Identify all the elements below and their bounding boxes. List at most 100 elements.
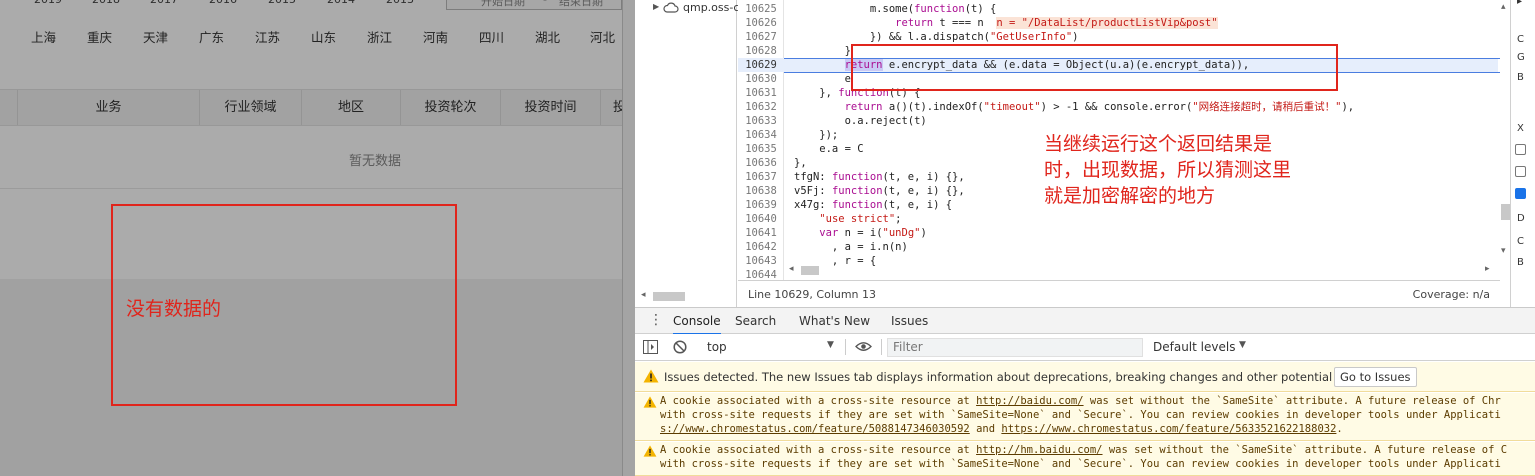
sidebar-section[interactable]: B (1517, 257, 1524, 268)
sidebar-section[interactable]: C (1517, 34, 1524, 45)
line-number[interactable]: 10628 (738, 44, 784, 58)
line-number[interactable]: 10631 (738, 86, 784, 100)
line-number[interactable]: 10625 (738, 2, 784, 16)
line-number[interactable]: 10634 (738, 128, 784, 142)
scrollbar-thumb[interactable] (801, 266, 819, 275)
line-number[interactable]: 10633 (738, 114, 784, 128)
tab-console[interactable]: Console (673, 314, 721, 335)
column-header-investor[interactable]: 投 (600, 90, 622, 125)
year-option[interactable]: 2015 (268, 0, 296, 6)
line-number[interactable]: 10641 (738, 226, 784, 240)
column-header-business[interactable]: 业务 (17, 90, 199, 125)
navigator-item-origin[interactable]: qmp.oss-c (683, 1, 739, 14)
expand-arrow-icon[interactable]: ▶ (653, 2, 659, 11)
code-line[interactable]: 10641 var n = i("unDg") (738, 226, 1498, 240)
column-header-time[interactable]: 投资时间 (500, 90, 600, 125)
code-line[interactable]: 10627 }) && l.a.dispatch("GetUserInfo") (738, 30, 1498, 44)
clear-console-icon[interactable] (673, 340, 687, 354)
code-line[interactable]: 10626 return t === n n = "/DataList/prod… (738, 16, 1498, 30)
code-line[interactable]: 10642 , a = i.n(n) (738, 240, 1498, 254)
date-range-input[interactable]: 开始日期 - 结束日期 (446, 0, 622, 10)
log-levels-dropdown[interactable]: Default levels (1153, 340, 1235, 354)
code-line[interactable]: 10640 "use strict"; (738, 212, 1498, 226)
sidebar-section[interactable]: B (1517, 72, 1524, 83)
line-number[interactable]: 10637 (738, 170, 784, 184)
message-body: A cookie associated with a cross-site re… (660, 394, 1501, 436)
scroll-left-icon[interactable]: ◂ (641, 290, 646, 300)
region-option[interactable]: 浙江 (367, 27, 392, 46)
year-option[interactable]: 2018 (92, 0, 120, 6)
message-link[interactable]: http://hm.baidu.com/ (976, 444, 1102, 456)
scrollbar-thumb[interactable] (653, 292, 685, 301)
region-option[interactable]: 河南 (423, 27, 448, 46)
console-filter-input[interactable]: Filter (887, 338, 1143, 357)
editor-horizontal-scrollbar[interactable]: ◂ ▸ (785, 262, 1500, 280)
sidebar-section[interactable]: D (1517, 213, 1525, 224)
breakpoint-checkbox[interactable] (1515, 144, 1526, 155)
year-option[interactable]: 2019 (34, 0, 62, 6)
line-number[interactable]: 10626 (738, 16, 784, 30)
region-option[interactable]: 河北 (590, 27, 615, 46)
eye-icon[interactable] (855, 341, 872, 352)
scroll-right-icon[interactable]: ▸ (1485, 264, 1490, 274)
region-option[interactable]: 上海 (31, 27, 56, 46)
line-number[interactable]: 10627 (738, 30, 784, 44)
breakpoint-checkbox-checked[interactable] (1515, 188, 1526, 199)
sidebar-section[interactable]: G (1517, 52, 1525, 63)
region-option[interactable]: 四川 (479, 27, 504, 46)
region-option[interactable]: 湖北 (535, 27, 560, 46)
chevron-down-icon[interactable]: ▼ (827, 340, 834, 350)
region-option[interactable]: 天津 (143, 27, 168, 46)
line-number[interactable]: 10635 (738, 142, 784, 156)
tab-whats-new[interactable]: What's New (799, 314, 870, 328)
scrollbar-thumb[interactable] (1501, 204, 1510, 220)
line-number[interactable]: 10643 (738, 254, 784, 268)
year-option[interactable]: 2016 (209, 0, 237, 6)
message-link[interactable]: https://www.chromestatus.com/feature/563… (1001, 423, 1336, 435)
tab-issues[interactable]: Issues (891, 314, 928, 328)
code-line[interactable]: 10633 o.a.reject(t) (738, 114, 1498, 128)
line-number[interactable]: 10639 (738, 198, 784, 212)
code-line[interactable]: 10632 return a()(t).indexOf("timeout") >… (738, 100, 1498, 114)
column-header-region[interactable]: 地区 (301, 90, 400, 125)
year-option[interactable]: 2017 (150, 0, 178, 6)
breakpoint-checkbox[interactable] (1515, 166, 1526, 177)
column-header-industry[interactable]: 行业领域 (199, 90, 301, 125)
scroll-down-icon[interactable]: ▾ (1501, 246, 1506, 256)
year-option[interactable]: 2014 (327, 0, 355, 6)
navigator-scrollbar[interactable]: ◂ (639, 290, 735, 302)
column-header-round[interactable]: 投资轮次 (400, 90, 500, 125)
line-number[interactable]: 10629 (738, 58, 784, 72)
web-page-panel: 2019 2018 2017 2016 2015 2014 2013 开始日期 … (0, 0, 622, 476)
context-selector[interactable]: top (707, 340, 727, 354)
year-option[interactable]: 2013 (386, 0, 414, 6)
tab-search[interactable]: Search (735, 314, 776, 328)
region-option[interactable]: 广东 (199, 27, 224, 46)
sidebar-section[interactable]: X (1517, 123, 1524, 134)
region-option[interactable]: 山东 (311, 27, 336, 46)
line-number[interactable]: 10644 (738, 268, 784, 280)
scroll-up-icon[interactable]: ▴ (1501, 2, 1506, 12)
region-option[interactable]: 重庆 (87, 27, 112, 46)
coverage-status[interactable]: Coverage: n/a (1413, 288, 1490, 301)
scroll-left-icon[interactable]: ◂ (789, 264, 794, 274)
more-menu-icon[interactable]: ⋮ (649, 312, 663, 328)
go-to-issues-button[interactable]: Go to Issues (1334, 367, 1417, 387)
region-option[interactable]: 江苏 (255, 27, 280, 46)
panel-splitter[interactable] (622, 0, 635, 476)
sidebar-arrow-icon[interactable]: ▸ (1517, 0, 1522, 7)
code-line[interactable]: 10625 m.some(function(t) { (738, 2, 1498, 16)
message-text: was set without the `SameSite` attribute… (1083, 395, 1501, 407)
line-number[interactable]: 10632 (738, 100, 784, 114)
message-link[interactable]: s://www.chromestatus.com/feature/5088147… (660, 423, 970, 435)
line-number[interactable]: 10636 (738, 156, 784, 170)
line-number[interactable]: 10630 (738, 72, 784, 86)
chevron-down-icon[interactable]: ▼ (1239, 340, 1246, 350)
sidebar-section[interactable]: C (1517, 236, 1524, 247)
sidebar-toggle-icon[interactable] (643, 340, 658, 354)
editor-vertical-scrollbar[interactable]: ▴ ▾ (1500, 0, 1510, 262)
line-number[interactable]: 10640 (738, 212, 784, 226)
line-number[interactable]: 10642 (738, 240, 784, 254)
line-number[interactable]: 10638 (738, 184, 784, 198)
message-link[interactable]: http://baidu.com/ (976, 395, 1083, 407)
